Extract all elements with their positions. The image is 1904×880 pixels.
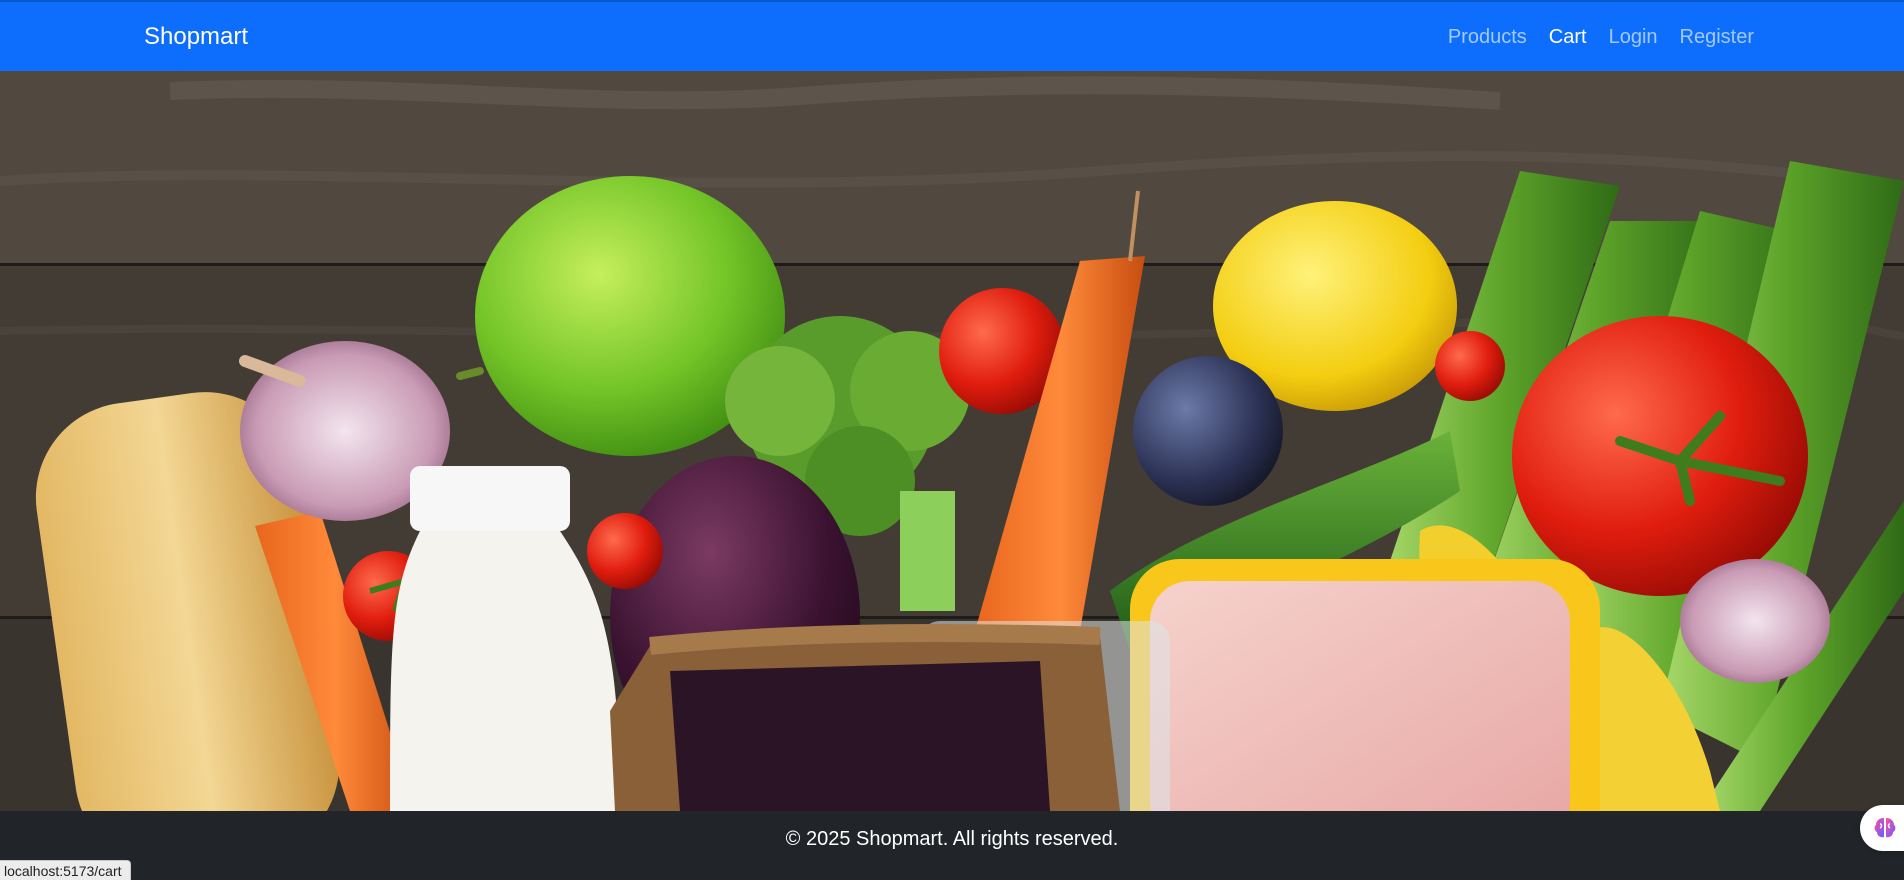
brand-link[interactable]: Shopmart bbox=[144, 22, 248, 52]
footer: © 2025 Shopmart. All rights reserved. bbox=[0, 811, 1904, 880]
footer-copyright: © 2025 Shopmart. All rights reserved. bbox=[785, 827, 1119, 850]
nav-link-products[interactable]: Products bbox=[1448, 24, 1527, 50]
status-bar-url: localhost:5173/cart bbox=[0, 860, 131, 880]
brain-icon bbox=[1874, 818, 1896, 838]
groceries-image bbox=[0, 71, 1904, 811]
nav-links: Products Cart Login Register bbox=[1448, 24, 1754, 50]
floating-assistant-button[interactable] bbox=[1860, 805, 1904, 851]
navbar: Shopmart Products Cart Login Register bbox=[0, 0, 1904, 71]
nav-link-cart[interactable]: Cart bbox=[1549, 24, 1587, 50]
hero-image bbox=[0, 71, 1904, 811]
nav-link-login[interactable]: Login bbox=[1609, 24, 1658, 50]
nav-link-register[interactable]: Register bbox=[1680, 24, 1754, 50]
